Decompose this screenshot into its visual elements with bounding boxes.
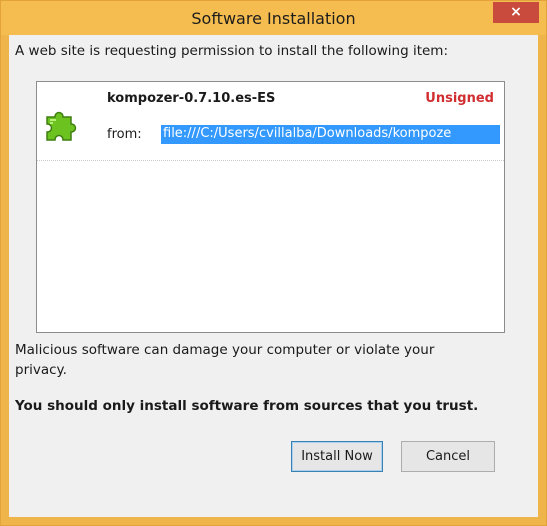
item-name: kompozer-0.7.10.es-ES — [107, 91, 276, 106]
install-now-button[interactable]: Install Now — [291, 441, 383, 472]
list-item[interactable]: kompozer-0.7.10.es-ES Unsigned from: fil… — [37, 82, 504, 162]
title-bar[interactable]: Software Installation × — [1, 1, 546, 35]
install-prompt: A web site is requesting permission to i… — [15, 43, 449, 59]
cancel-button[interactable]: Cancel — [401, 441, 495, 472]
close-icon: × — [510, 4, 522, 20]
item-divider — [37, 160, 504, 161]
trust-warning: You should only install software from so… — [15, 398, 479, 414]
source-url-field[interactable]: file:///C:/Users/cvillalba/Downloads/kom… — [161, 125, 500, 144]
source-url: file:///C:/Users/cvillalba/Downloads/kom… — [163, 126, 452, 141]
from-label: from: — [107, 127, 142, 142]
close-button[interactable]: × — [493, 2, 539, 23]
install-items-list[interactable]: kompozer-0.7.10.es-ES Unsigned from: fil… — [36, 81, 505, 333]
dialog-body: A web site is requesting permission to i… — [9, 35, 538, 517]
malicious-software-warning: Malicious software can damage your compu… — [15, 342, 435, 378]
unsigned-badge: Unsigned — [425, 91, 494, 106]
puzzle-piece-icon — [46, 111, 77, 141]
dialog-title: Software Installation — [191, 9, 356, 28]
software-installation-dialog: Software Installation × A web site is re… — [0, 0, 547, 526]
